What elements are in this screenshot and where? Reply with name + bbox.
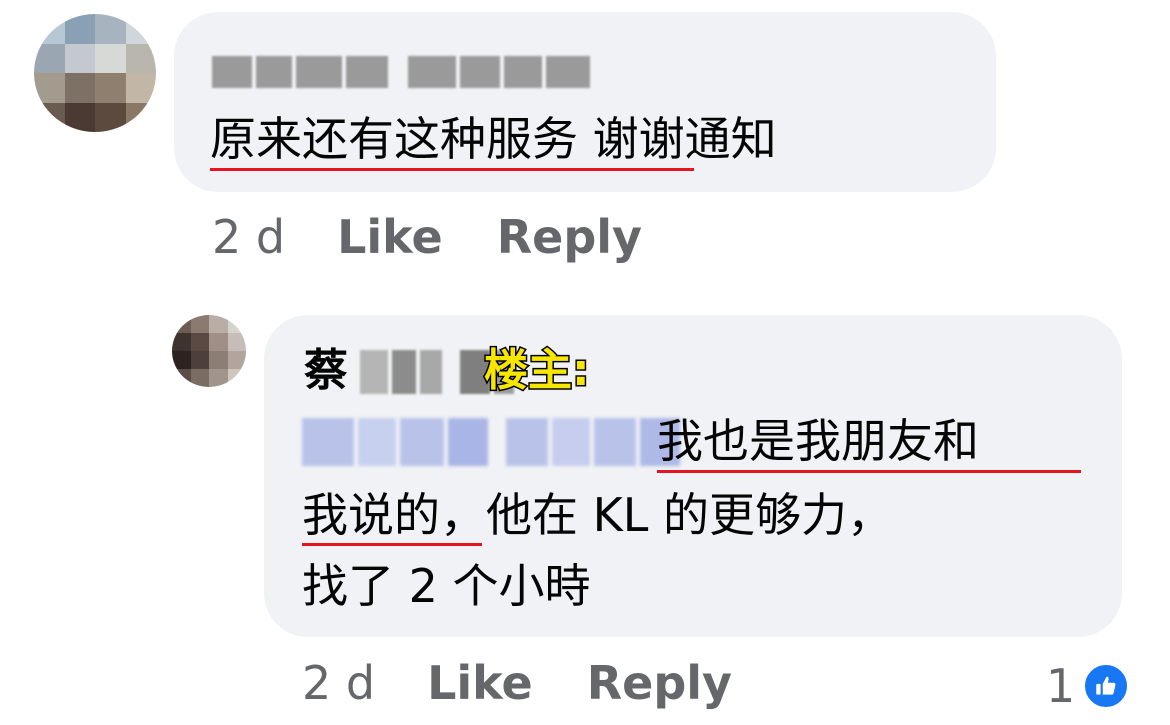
reply-button[interactable]: Reply <box>497 210 642 264</box>
reply-text-rest: ，他在 KL 的更够力， <box>440 488 894 542</box>
red-underline <box>302 543 482 546</box>
red-underline <box>657 470 1081 473</box>
reply-text-underlined: 我说的 <box>302 488 440 542</box>
comment-text-rest: 谢谢通知 <box>578 112 777 166</box>
reply-text-line2: 我说的，他在 KL 的更够力， <box>302 480 893 550</box>
reaction-count[interactable]: 1 <box>1046 654 1075 718</box>
red-underline <box>210 168 694 171</box>
like-button[interactable]: Like <box>337 210 443 264</box>
op-tag: 楼主: <box>483 344 592 398</box>
reaction-summary[interactable]: 1 <box>1046 654 1132 718</box>
reply-text-line3: 找了 2 个小時 <box>302 559 591 613</box>
avatar[interactable] <box>34 14 156 132</box>
reply-avatar[interactable] <box>172 315 246 387</box>
comment-text-underlined: 原来还有这种服务 <box>210 112 578 166</box>
mention-tag-blurred[interactable] <box>302 418 680 466</box>
like-button[interactable]: Like <box>427 656 533 710</box>
comment-text: 原来还有这种服务 谢谢通知 <box>210 104 777 174</box>
reply-author-name[interactable]: 蔡 <box>304 339 348 403</box>
timestamp[interactable]: 2 d <box>302 656 375 710</box>
reply-text-line1: 我也是我朋友和 <box>657 414 979 468</box>
reply-button[interactable]: Reply <box>587 656 732 710</box>
reply-actions: 2 d Like Reply <box>302 656 732 710</box>
comment-actions: 2 d Like Reply <box>212 210 642 264</box>
timestamp[interactable]: 2 d <box>212 210 285 264</box>
thumbs-up-icon <box>1081 661 1132 711</box>
author-name-blurred[interactable] <box>212 56 590 88</box>
